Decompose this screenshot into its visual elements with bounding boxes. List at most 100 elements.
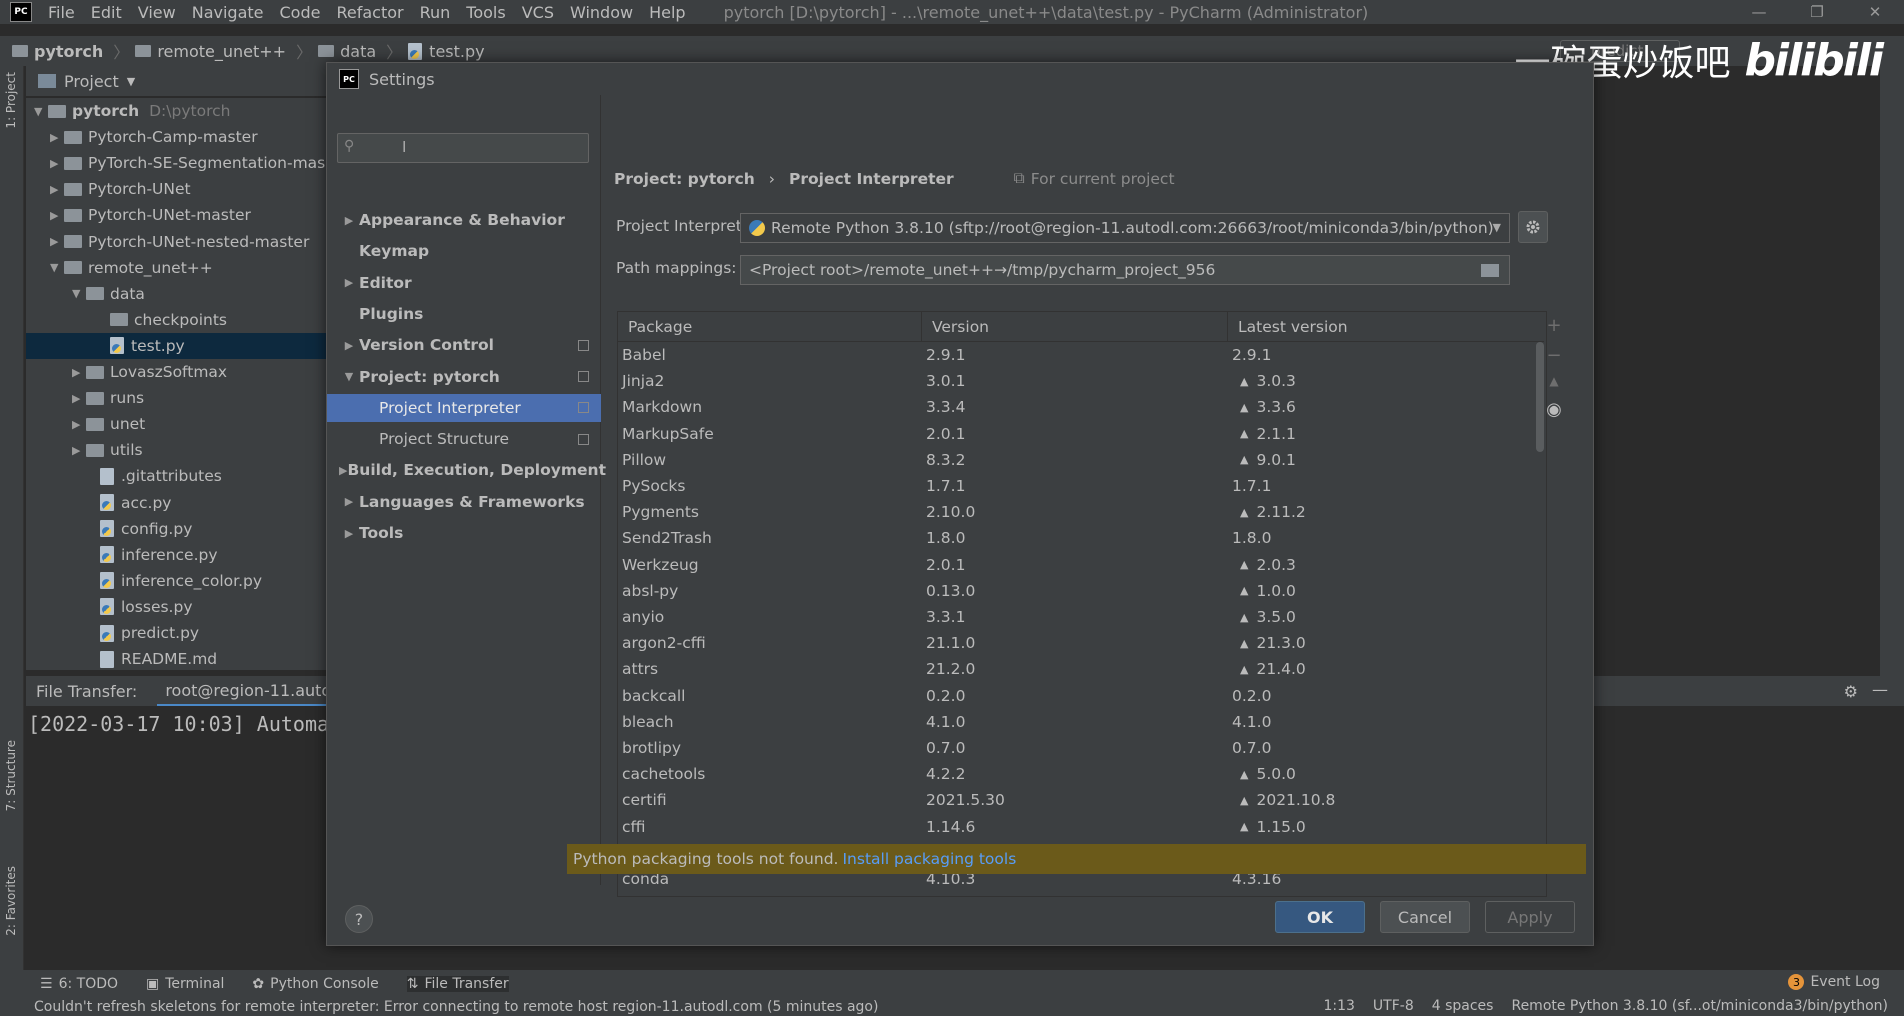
close-icon[interactable]: ✕: [1846, 0, 1904, 24]
tree-item[interactable]: acc.py: [86, 490, 171, 516]
table-row[interactable]: brotlipy 0.7.0 0.7.0: [618, 735, 1544, 761]
table-row[interactable]: backcall 0.2.0 0.2.0: [618, 683, 1544, 709]
add-package-icon[interactable]: +: [1546, 315, 1562, 336]
settings-item-project-interpreter[interactable]: Project Interpreter: [327, 393, 601, 422]
table-row[interactable]: attrs 21.2.0 ▲ 21.4.0: [618, 656, 1544, 682]
event-log-button[interactable]: 3 Event Log: [1788, 974, 1880, 990]
file-encoding[interactable]: UTF-8: [1373, 998, 1414, 1014]
apply-button[interactable]: Apply: [1485, 901, 1575, 933]
tree-item[interactable]: ▶ Pytorch-UNet-nested-master: [50, 229, 309, 255]
help-button[interactable]: ?: [345, 905, 373, 933]
expand-arrow-icon[interactable]: ▶: [72, 418, 86, 431]
interpreter-select[interactable]: Remote Python 3.8.10 (sftp://root@region…: [740, 213, 1510, 243]
expand-arrow-icon[interactable]: ▼: [34, 105, 48, 118]
settings-item-version-control[interactable]: ▶ Version Control: [327, 331, 601, 359]
menu-run[interactable]: Run: [412, 3, 459, 22]
tree-item[interactable]: inference_color.py: [86, 568, 262, 594]
tree-root[interactable]: ▼ pytorch D:\pytorch: [34, 98, 230, 124]
path-mappings-field[interactable]: <Project root>/remote_unet++→/tmp/pychar…: [740, 255, 1510, 285]
project-panel-title[interactable]: Project: [64, 72, 119, 91]
breadcrumb-file[interactable]: test.py: [408, 42, 485, 61]
settings-item-project-structure[interactable]: Project Structure: [327, 425, 601, 453]
tree-item[interactable]: ▶ runs: [72, 385, 144, 411]
tree-item[interactable]: README.md: [86, 646, 217, 670]
menu-file[interactable]: File: [40, 3, 83, 22]
interpreter-settings-gear-icon[interactable]: [1518, 211, 1548, 243]
expand-arrow-icon[interactable]: ▶: [72, 444, 86, 457]
expand-arrow-icon[interactable]: ▼: [72, 287, 86, 300]
table-row[interactable]: cffi 1.14.6 ▲ 1.15.0: [618, 814, 1544, 840]
table-row[interactable]: Babel 2.9.1 2.9.1: [618, 342, 1544, 368]
restore-icon[interactable]: ❐: [1788, 0, 1846, 24]
eye-icon[interactable]: ◉: [1546, 399, 1562, 420]
breadcrumb-project[interactable]: pytorch: [12, 42, 103, 61]
expand-arrow-icon[interactable]: ▶: [50, 157, 64, 170]
table-row[interactable]: Werkzeug 2.0.1 ▲ 2.0.3: [618, 552, 1544, 578]
menu-help[interactable]: Help: [641, 3, 693, 22]
cancel-button[interactable]: Cancel: [1380, 901, 1470, 933]
table-row[interactable]: Jinja2 3.0.1 ▲ 3.0.3: [618, 368, 1544, 394]
column-package[interactable]: Package: [618, 312, 922, 342]
menu-window[interactable]: Window: [562, 3, 641, 22]
settings-item-tools[interactable]: ▶ Tools: [327, 519, 601, 547]
tab-terminal[interactable]: ▣ Terminal: [146, 976, 224, 992]
minimize-icon[interactable]: —: [1730, 0, 1788, 24]
settings-item-appearance-behavior[interactable]: ▶ Appearance & Behavior: [327, 206, 601, 234]
tree-item[interactable]: predict.py: [86, 620, 199, 646]
tree-item[interactable]: test.py: [26, 332, 334, 359]
menu-tools[interactable]: Tools: [458, 3, 513, 22]
tab-project[interactable]: 1: Project: [4, 72, 18, 129]
settings-item-project-pytorch[interactable]: ▼ Project: pytorch: [327, 363, 601, 391]
expand-arrow-icon[interactable]: ▶: [50, 209, 64, 222]
table-row[interactable]: Markdown 3.3.4 ▲ 3.3.6: [618, 394, 1544, 420]
tree-item[interactable]: losses.py: [86, 594, 193, 620]
tree-item[interactable]: ▶ LovaszSoftmax: [72, 359, 227, 385]
table-row[interactable]: certifi 2021.5.30 ▲ 2021.10.8: [618, 787, 1544, 813]
tree-item[interactable]: inference.py: [86, 542, 218, 568]
menu-view[interactable]: View: [130, 3, 184, 22]
settings-item-plugins[interactable]: Plugins: [327, 300, 601, 328]
breadcrumb-data[interactable]: data: [318, 42, 376, 61]
table-row[interactable]: anyio 3.3.1 ▲ 3.5.0: [618, 604, 1544, 630]
table-row[interactable]: Send2Trash 1.8.0 1.8.0: [618, 525, 1544, 551]
table-row[interactable]: absl-py 0.13.0 ▲ 1.0.0: [618, 578, 1544, 604]
settings-item-languages-frameworks[interactable]: ▶ Languages & Frameworks: [327, 488, 601, 516]
remove-package-icon[interactable]: −: [1546, 345, 1562, 366]
tree-item[interactable]: .gitattributes: [86, 463, 222, 489]
table-row[interactable]: cachetools 4.2.2 ▲ 5.0.0: [618, 761, 1544, 787]
menu-code[interactable]: Code: [272, 3, 329, 22]
tab-todo[interactable]: ☰ 6: TODO: [40, 976, 118, 992]
settings-item-build-execution-deployment[interactable]: ▶ Build, Execution, Deployment: [327, 456, 606, 484]
chevron-down-icon[interactable]: ▼: [127, 75, 135, 88]
tree-item[interactable]: ▶ Pytorch-UNet: [50, 176, 191, 202]
tree-item[interactable]: ▶ Pytorch-Camp-master: [50, 124, 258, 150]
tree-item[interactable]: checkpoints: [96, 307, 227, 333]
menu-edit[interactable]: Edit: [83, 3, 130, 22]
interpreter-status[interactable]: Remote Python 3.8.10 (sf...ot/miniconda3…: [1511, 998, 1888, 1014]
tree-item[interactable]: ▶ unet: [72, 411, 145, 437]
table-row[interactable]: MarkupSafe 2.0.1 ▲ 2.1.1: [618, 421, 1544, 447]
table-row[interactable]: Pygments 2.10.0 ▲ 2.11.2: [618, 499, 1544, 525]
settings-item-keymap[interactable]: Keymap: [327, 237, 601, 265]
tree-item[interactable]: ▶ PyTorch-SE-Segmentation-mas: [50, 150, 325, 176]
install-packaging-tools-link[interactable]: Install packaging tools: [842, 850, 1016, 868]
tree-item[interactable]: ▼ remote_unet++: [50, 255, 213, 281]
column-version[interactable]: Version: [922, 312, 1228, 342]
expand-arrow-icon[interactable]: ▶: [50, 183, 64, 196]
tab-python-console[interactable]: ✿ Python Console: [252, 976, 378, 992]
upgrade-package-icon[interactable]: ▲: [1546, 373, 1562, 389]
folder-icon[interactable]: [1481, 264, 1499, 277]
tab-favorites[interactable]: 2: Favorites: [4, 866, 18, 936]
menu-navigate[interactable]: Navigate: [184, 3, 272, 22]
indent-setting[interactable]: 4 spaces: [1432, 998, 1494, 1014]
expand-arrow-icon[interactable]: ▼: [50, 261, 64, 274]
menu-vcs[interactable]: VCS: [514, 3, 562, 22]
tree-item[interactable]: ▶ Pytorch-UNet-master: [50, 202, 251, 228]
table-row[interactable]: Pillow 8.3.2 ▲ 9.0.1: [618, 447, 1544, 473]
expand-arrow-icon[interactable]: ▶: [72, 366, 86, 379]
expand-arrow-icon[interactable]: ▶: [50, 235, 64, 248]
status-message[interactable]: Couldn't refresh skeletons for remote in…: [34, 999, 878, 1015]
hide-panel-icon[interactable]: —: [1872, 680, 1888, 699]
settings-search-input[interactable]: ⚲ I: [337, 133, 589, 163]
tree-item[interactable]: ▼ data: [72, 281, 145, 307]
